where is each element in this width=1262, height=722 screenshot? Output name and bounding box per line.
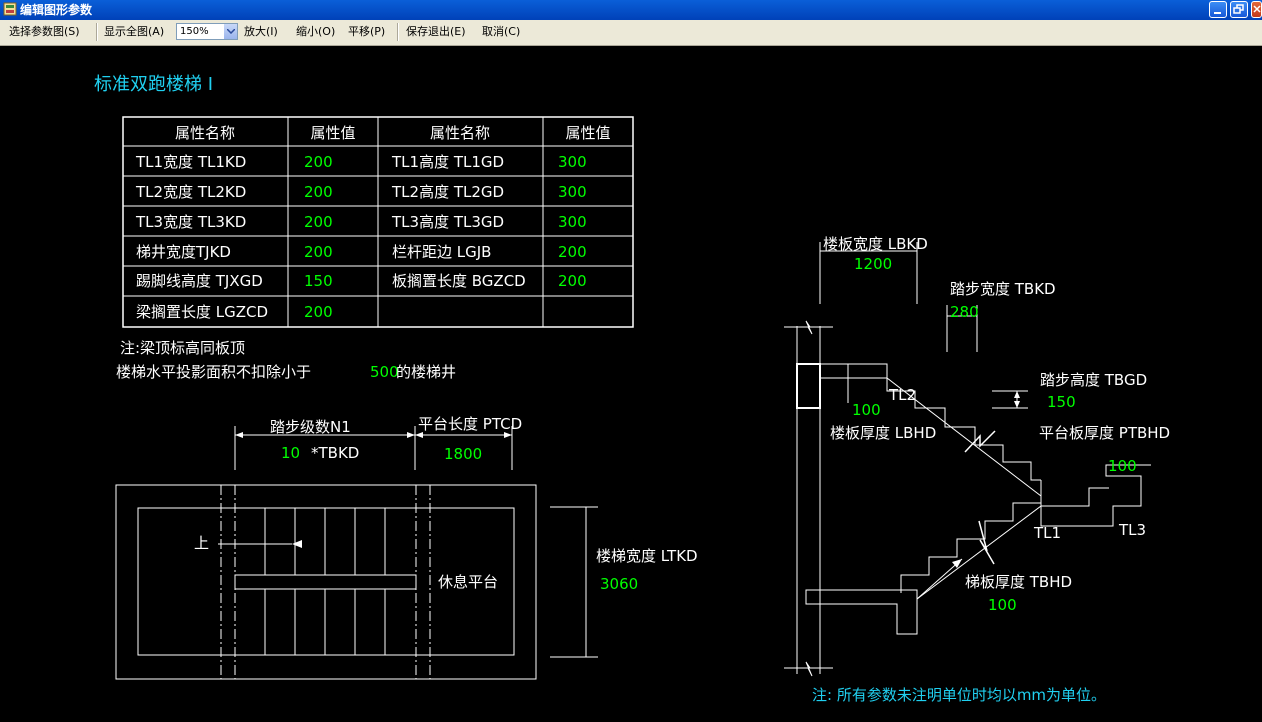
select-param-button[interactable]: 选择参数图(S) [9,25,80,39]
area-note-value[interactable]: 500 [370,363,399,381]
area-note-prefix: 楼梯水平投影面积不扣除小于 [116,363,311,381]
table-cell-name: 梁搁置长度 LGZCD [136,303,268,321]
stair-drawing: 标准双跑楼梯 I 属性名称 属性值 属性名称 属性值 TL1宽度 TL1KD 2… [94,74,1170,704]
tl3-label: TL3 [1118,521,1146,539]
riser-height-label: 踏步高度 TBGD [1040,371,1147,389]
floor-slab-thickness-value[interactable]: 100 [852,401,881,419]
save-exit-button[interactable]: 保存退出(E) [406,25,466,39]
unit-note: 注: 所有参数未注明单位时均以mm为单位。 [812,686,1106,704]
title-bar: 编辑图形参数 [0,0,1262,20]
table-cell-value[interactable]: 300 [558,183,587,201]
close-icon [1253,5,1261,13]
tl2-label: TL2 [888,386,916,404]
table-header: 属性名称 [430,124,490,142]
restore-icon [1233,4,1244,14]
tl1-label: TL1 [1033,524,1061,542]
table-cell-value[interactable]: 300 [558,153,587,171]
table-cell-name: 踢脚线高度 TJXGD [136,272,263,290]
cancel-button[interactable]: 取消(C) [482,25,520,39]
table-cell-value[interactable]: 300 [558,213,587,231]
table-cell-name: 梯井宽度TJKD [136,243,231,261]
zoom-value: 150% [180,26,209,37]
floor-slab-width-value[interactable]: 1200 [854,255,892,273]
show-all-button[interactable]: 显示全图(A) [104,25,164,39]
platform-slab-thickness-label: 平台板厚度 PTBHD [1039,424,1170,442]
drawing-title: 标准双跑楼梯 I [94,74,213,95]
area-note-suffix: 的楼梯井 [396,363,456,381]
app-icon [3,2,17,16]
table-cell-value[interactable]: 200 [304,303,333,321]
steps-unit: *TBKD [311,444,359,462]
platform-slab-thickness-value[interactable]: 100 [1108,457,1137,475]
beam-note: 注:梁顶标高同板顶 [120,339,245,357]
table-cell-name: TL3高度 TL3GD [391,213,504,231]
table-cell-name: 栏杆距边 LGJB [392,243,491,261]
up-label: 上 [194,534,209,552]
table-cell-name: TL2宽度 TL2KD [135,183,246,201]
floor-slab-thickness-label: 楼板厚度 LBHD [830,424,936,442]
landing-label: 休息平台 [438,573,498,591]
dropdown-arrow-button[interactable] [224,24,237,39]
table-cell-value[interactable]: 200 [304,213,333,231]
steps-value[interactable]: 10 [281,444,300,462]
table-cell-name: TL1宽度 TL1KD [135,153,246,171]
table-cell-value[interactable]: 200 [304,243,333,261]
table-cell-value[interactable]: 200 [304,183,333,201]
window-title: 编辑图形参数 [20,3,93,17]
table-cell-value[interactable]: 200 [558,272,587,290]
toolbar-divider [397,23,399,41]
table-header: 属性值 [310,124,355,142]
close-button[interactable] [1251,1,1262,18]
zoom-select[interactable]: 150% [176,23,238,40]
tread-width-label: 踏步宽度 TBKD [950,280,1056,298]
platform-length-value[interactable]: 1800 [444,445,482,463]
tread-width-value[interactable]: 280 [950,303,979,321]
table-cell-name: 板搁置长度 BGZCD [392,272,526,290]
table-cell-value[interactable]: 200 [304,153,333,171]
riser-height-value[interactable]: 150 [1047,393,1076,411]
stair-width-value[interactable]: 3060 [600,575,638,593]
stair-slab-thickness-value[interactable]: 100 [988,596,1017,614]
stair-slab-thickness-label: 梯板厚度 TBHD [965,573,1072,591]
table-header: 属性值 [565,124,610,142]
platform-length-label: 平台长度 PTCD [418,415,522,433]
pan-button[interactable]: 平移(P) [348,25,385,39]
zoom-in-button[interactable]: 放大(I) [244,25,278,39]
minimize-icon [1214,12,1221,14]
zoom-out-button[interactable]: 缩小(O) [296,25,335,39]
minimize-button[interactable] [1209,1,1227,18]
drawing-canvas[interactable]: 标准双跑楼梯 I 属性名称 属性值 属性名称 属性值 TL1宽度 TL1KD 2… [0,46,1262,722]
table-cell-name: TL2高度 TL2GD [391,183,504,201]
floor-slab-width-label: 楼板宽度 LBKD [823,235,928,253]
table-cell-name: TL3宽度 TL3KD [135,213,246,231]
chevron-down-icon [227,29,235,34]
steps-label: 踏步级数N1 [270,418,351,436]
table-cell-value[interactable]: 200 [558,243,587,261]
table-header: 属性名称 [175,124,235,142]
table-cell-value[interactable]: 150 [304,272,333,290]
toolbar: 选择参数图(S) 显示全图(A) 150% 放大(I) 缩小(O) 平移(P) … [0,20,1262,46]
restore-button[interactable] [1230,1,1248,18]
toolbar-divider [96,23,98,41]
table-cell-name: TL1高度 TL1GD [391,153,504,171]
stair-width-label: 楼梯宽度 LTKD [596,547,698,565]
